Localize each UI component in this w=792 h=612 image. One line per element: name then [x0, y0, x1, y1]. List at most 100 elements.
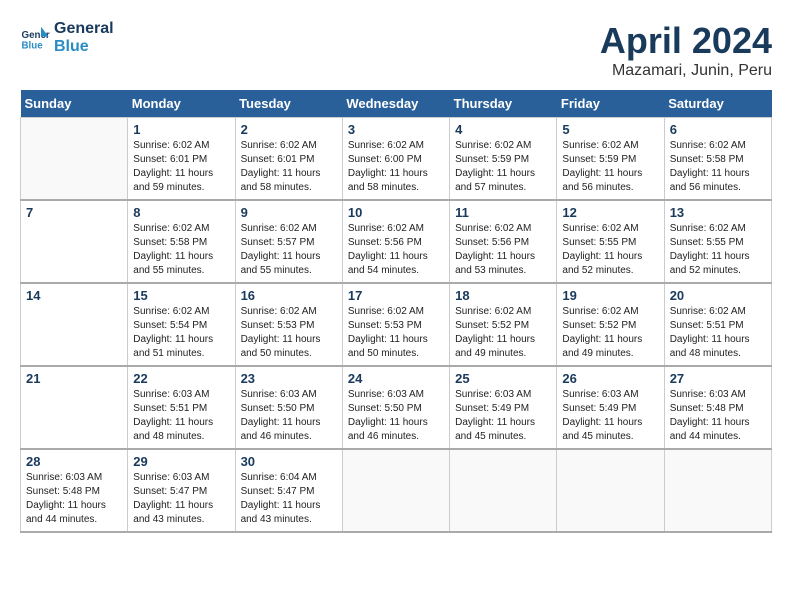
day-info: Sunrise: 6:03 AM Sunset: 5:51 PM Dayligh…: [133, 388, 229, 444]
weekday-header-monday: Monday: [128, 90, 235, 118]
month-title: April 2024: [600, 20, 772, 62]
weekday-header-tuesday: Tuesday: [235, 90, 342, 118]
day-info: Sunrise: 6:02 AM Sunset: 5:56 PM Dayligh…: [455, 222, 551, 278]
day-number: 23: [241, 371, 337, 386]
day-number: 29: [133, 454, 229, 469]
calendar-cell: [664, 449, 771, 532]
day-number: 11: [455, 205, 551, 220]
day-info: Sunrise: 6:03 AM Sunset: 5:48 PM Dayligh…: [26, 471, 122, 527]
day-info: Sunrise: 6:03 AM Sunset: 5:47 PM Dayligh…: [133, 471, 229, 527]
calendar-cell: 7: [21, 200, 128, 283]
calendar-cell: 4 Sunrise: 6:02 AM Sunset: 5:59 PM Daylig…: [450, 118, 557, 201]
day-number: 30: [241, 454, 337, 469]
weekday-header-wednesday: Wednesday: [342, 90, 449, 118]
day-info: Sunrise: 6:02 AM Sunset: 5:59 PM Dayligh…: [455, 139, 551, 195]
calendar-cell: [342, 449, 449, 532]
day-number: 18: [455, 288, 551, 303]
day-info: Sunrise: 6:02 AM Sunset: 5:53 PM Dayligh…: [348, 305, 444, 361]
calendar-header-row: SundayMondayTuesdayWednesdayThursdayFrid…: [21, 90, 772, 118]
day-info: Sunrise: 6:02 AM Sunset: 5:56 PM Dayligh…: [348, 222, 444, 278]
calendar-cell: 25 Sunrise: 6:03 AM Sunset: 5:49 PM Dayli…: [450, 366, 557, 449]
day-number: 4: [455, 122, 551, 137]
day-info: Sunrise: 6:03 AM Sunset: 5:48 PM Dayligh…: [670, 388, 766, 444]
day-number: 10: [348, 205, 444, 220]
calendar-cell: 29 Sunrise: 6:03 AM Sunset: 5:47 PM Dayli…: [128, 449, 235, 532]
day-number: 8: [133, 205, 229, 220]
calendar-cell: 9Sunrise: 6:02 AM Sunset: 5:57 PM Daylig…: [235, 200, 342, 283]
day-info: Sunrise: 6:02 AM Sunset: 5:55 PM Dayligh…: [670, 222, 766, 278]
calendar-cell: 16 Sunrise: 6:02 AM Sunset: 5:53 PM Dayli…: [235, 283, 342, 366]
day-number: 1: [133, 122, 229, 137]
calendar-cell: 11 Sunrise: 6:02 AM Sunset: 5:56 PM Dayli…: [450, 200, 557, 283]
day-info: Sunrise: 6:02 AM Sunset: 5:58 PM Dayligh…: [133, 222, 229, 278]
calendar-cell: 12 Sunrise: 6:02 AM Sunset: 5:55 PM Dayli…: [557, 200, 664, 283]
day-info: Sunrise: 6:02 AM Sunset: 5:59 PM Dayligh…: [562, 139, 658, 195]
day-number: 6: [670, 122, 766, 137]
calendar-cell: 1 Sunrise: 6:02 AM Sunset: 6:01 PM Daylig…: [128, 118, 235, 201]
day-info: Sunrise: 6:02 AM Sunset: 6:01 PM Dayligh…: [133, 139, 229, 195]
day-info: Sunrise: 6:02 AM Sunset: 5:51 PM Dayligh…: [670, 305, 766, 361]
day-number: 14: [26, 288, 122, 303]
day-number: 27: [670, 371, 766, 386]
calendar-cell: 2 Sunrise: 6:02 AM Sunset: 6:01 PM Daylig…: [235, 118, 342, 201]
day-info: Sunrise: 6:02 AM Sunset: 5:53 PM Dayligh…: [241, 305, 337, 361]
day-number: 17: [348, 288, 444, 303]
day-info: Sunrise: 6:03 AM Sunset: 5:49 PM Dayligh…: [455, 388, 551, 444]
calendar-week-row: 28 Sunrise: 6:03 AM Sunset: 5:48 PM Dayli…: [21, 449, 772, 532]
day-info: Sunrise: 6:02 AM Sunset: 6:01 PM Dayligh…: [241, 139, 337, 195]
day-number: 2: [241, 122, 337, 137]
header: General Blue General Blue April 2024 Maz…: [20, 20, 772, 80]
logo-icon: General Blue: [20, 23, 50, 53]
calendar-body: 1 Sunrise: 6:02 AM Sunset: 6:01 PM Daylig…: [21, 118, 772, 533]
calendar-cell: 3 Sunrise: 6:02 AM Sunset: 6:00 PM Daylig…: [342, 118, 449, 201]
day-info: Sunrise: 6:03 AM Sunset: 5:49 PM Dayligh…: [562, 388, 658, 444]
logo-text-blue: Blue: [54, 38, 114, 56]
day-info: Sunrise: 6:02 AM Sunset: 6:00 PM Dayligh…: [348, 139, 444, 195]
day-number: 9: [241, 205, 337, 220]
day-info: Sunrise: 6:02 AM Sunset: 5:55 PM Dayligh…: [562, 222, 658, 278]
day-number: 28: [26, 454, 122, 469]
calendar-table: SundayMondayTuesdayWednesdayThursdayFrid…: [20, 90, 772, 533]
day-info: Sunrise: 6:03 AM Sunset: 5:50 PM Dayligh…: [348, 388, 444, 444]
svg-text:Blue: Blue: [22, 41, 44, 52]
logo-text-general: General: [54, 20, 114, 38]
calendar-cell: 13 Sunrise: 6:02 AM Sunset: 5:55 PM Dayli…: [664, 200, 771, 283]
day-number: 5: [562, 122, 658, 137]
day-info: Sunrise: 6:02 AM Sunset: 5:52 PM Dayligh…: [562, 305, 658, 361]
day-number: 22: [133, 371, 229, 386]
day-number: 21: [26, 371, 122, 386]
day-number: 16: [241, 288, 337, 303]
calendar-cell: 27 Sunrise: 6:03 AM Sunset: 5:48 PM Dayli…: [664, 366, 771, 449]
day-info: Sunrise: 6:03 AM Sunset: 5:50 PM Dayligh…: [241, 388, 337, 444]
calendar-cell: 30Sunrise: 6:04 AM Sunset: 5:47 PM Dayli…: [235, 449, 342, 532]
calendar-cell: 22 Sunrise: 6:03 AM Sunset: 5:51 PM Dayli…: [128, 366, 235, 449]
day-number: 25: [455, 371, 551, 386]
day-number: 13: [670, 205, 766, 220]
calendar-cell: [450, 449, 557, 532]
weekday-header-thursday: Thursday: [450, 90, 557, 118]
day-number: 15: [133, 288, 229, 303]
calendar-cell: 23 Sunrise: 6:03 AM Sunset: 5:50 PM Dayli…: [235, 366, 342, 449]
calendar-week-row: 14 15 Sunrise: 6:02 AM Sunset: 5:54 PM Day…: [21, 283, 772, 366]
calendar-cell: 19Sunrise: 6:02 AM Sunset: 5:52 PM Dayli…: [557, 283, 664, 366]
calendar-cell: [21, 118, 128, 201]
weekday-header-friday: Friday: [557, 90, 664, 118]
calendar-cell: 15 Sunrise: 6:02 AM Sunset: 5:54 PM Dayli…: [128, 283, 235, 366]
day-info: Sunrise: 6:02 AM Sunset: 5:58 PM Dayligh…: [670, 139, 766, 195]
calendar-cell: 14: [21, 283, 128, 366]
calendar-cell: 20Sunrise: 6:02 AM Sunset: 5:51 PM Dayli…: [664, 283, 771, 366]
calendar-week-row: 1 Sunrise: 6:02 AM Sunset: 6:01 PM Daylig…: [21, 118, 772, 201]
day-number: 3: [348, 122, 444, 137]
location-title: Mazamari, Junin, Peru: [600, 62, 772, 80]
day-number: 7: [26, 205, 122, 220]
calendar-cell: 21: [21, 366, 128, 449]
calendar-cell: 28 Sunrise: 6:03 AM Sunset: 5:48 PM Dayli…: [21, 449, 128, 532]
calendar-cell: 26Sunrise: 6:03 AM Sunset: 5:49 PM Dayli…: [557, 366, 664, 449]
calendar-cell: 5 Sunrise: 6:02 AM Sunset: 5:59 PM Daylig…: [557, 118, 664, 201]
calendar-cell: 17 Sunrise: 6:02 AM Sunset: 5:53 PM Dayli…: [342, 283, 449, 366]
day-info: Sunrise: 6:02 AM Sunset: 5:54 PM Dayligh…: [133, 305, 229, 361]
weekday-header-sunday: Sunday: [21, 90, 128, 118]
day-info: Sunrise: 6:02 AM Sunset: 5:52 PM Dayligh…: [455, 305, 551, 361]
day-number: 12: [562, 205, 658, 220]
calendar-cell: [557, 449, 664, 532]
